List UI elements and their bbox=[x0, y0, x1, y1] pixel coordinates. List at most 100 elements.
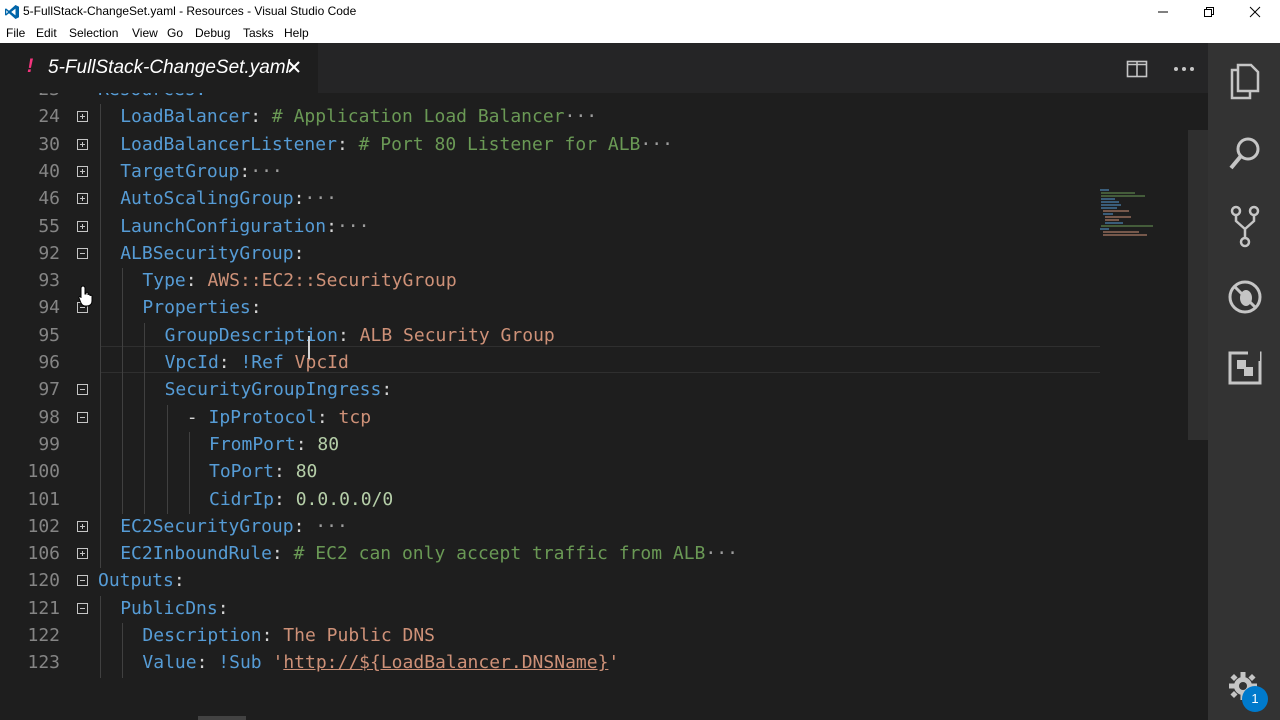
fold-expand-icon[interactable] bbox=[77, 548, 88, 560]
indent-guide bbox=[100, 104, 101, 569]
maximize-icon bbox=[1204, 7, 1214, 17]
menu-selection[interactable]: Selection bbox=[69, 26, 118, 40]
code-text: Outputs: bbox=[98, 570, 185, 591]
line-number: 23 bbox=[0, 93, 60, 100]
fold-expand-icon[interactable] bbox=[77, 138, 88, 150]
code-token: CidrIp bbox=[209, 488, 275, 510]
source-control-icon bbox=[1230, 205, 1260, 248]
horizontal-scrollbar-thumb[interactable] bbox=[198, 716, 246, 720]
code-token: : bbox=[250, 106, 272, 128]
title-bar: 5-FullStack-ChangeSet.yaml - Resources -… bbox=[0, 0, 1280, 23]
code-text: EC2SecurityGroup: ··· bbox=[120, 516, 348, 537]
menu-file[interactable]: File bbox=[6, 26, 25, 40]
code-text: LoadBalancerListener: # Port 80 Listener… bbox=[120, 134, 673, 155]
fold-collapse-icon[interactable] bbox=[77, 602, 88, 614]
search-icon bbox=[1229, 137, 1260, 170]
menu-view[interactable]: View bbox=[132, 26, 158, 40]
settings-button[interactable] bbox=[1208, 658, 1280, 718]
code-token: Value bbox=[142, 652, 197, 674]
fold-expand-icon[interactable] bbox=[77, 520, 88, 532]
more-actions-button[interactable] bbox=[1173, 59, 1195, 79]
menu-help[interactable]: Help bbox=[284, 26, 309, 40]
minimize-icon bbox=[1158, 11, 1168, 13]
code-editor[interactable]: 23 Resources: 24 LoadBalancer: # Applicatio… bbox=[0, 93, 1188, 720]
line-number: 120 bbox=[27, 570, 60, 592]
update-badge[interactable]: 1 bbox=[1242, 686, 1268, 712]
explorer-button[interactable] bbox=[1208, 49, 1280, 109]
line-number: 98 bbox=[38, 406, 60, 428]
fold-collapse-icon[interactable] bbox=[77, 411, 88, 423]
code-token: IpProtocol bbox=[208, 406, 317, 428]
code-token: : bbox=[261, 625, 284, 646]
line-number: 102 bbox=[27, 515, 60, 537]
fold-expand-icon[interactable] bbox=[77, 111, 88, 123]
minimap[interactable] bbox=[1095, 188, 1165, 238]
code-text: CidrIp: 0.0.0.0/0 bbox=[209, 489, 393, 510]
code-token: ··· bbox=[250, 160, 283, 182]
code-token: ··· bbox=[564, 106, 598, 128]
fold-collapse-icon[interactable] bbox=[77, 384, 88, 396]
close-window-button[interactable] bbox=[1232, 0, 1278, 23]
fold-expand-icon[interactable] bbox=[77, 165, 88, 177]
line-number: 92 bbox=[38, 242, 60, 264]
code-token: LoadBalancerListener bbox=[120, 133, 337, 155]
code-token: : bbox=[250, 297, 262, 319]
vscode-logo-icon bbox=[5, 5, 19, 19]
maximize-button[interactable] bbox=[1186, 0, 1232, 23]
vertical-scrollbar[interactable] bbox=[1188, 93, 1208, 720]
code-token: : bbox=[337, 324, 360, 346]
extensions-button[interactable] bbox=[1208, 337, 1280, 397]
code-token: 0.0.0.0/0 bbox=[295, 488, 394, 510]
code-token: ' bbox=[261, 652, 284, 674]
code-token: AWS::EC2::SecurityGroup bbox=[207, 270, 457, 292]
fold-expand-icon[interactable] bbox=[77, 193, 88, 205]
line-number: 122 bbox=[27, 625, 60, 646]
line-number: 101 bbox=[27, 488, 60, 510]
more-actions-icon bbox=[1174, 67, 1194, 71]
code-token: : bbox=[271, 543, 294, 565]
code-token: Resources: bbox=[98, 93, 206, 100]
explorer-icon bbox=[1230, 63, 1260, 100]
tab-close-icon[interactable] bbox=[287, 60, 301, 74]
menu-tasks[interactable]: Tasks bbox=[243, 26, 274, 40]
code-text: VpcId: !Ref VpcId bbox=[165, 352, 349, 373]
code-token: : bbox=[293, 188, 305, 210]
fold-collapse-icon[interactable] bbox=[77, 247, 88, 259]
code-token: : bbox=[239, 160, 251, 182]
split-editor-button[interactable] bbox=[1126, 59, 1148, 79]
code-token: : bbox=[336, 133, 359, 155]
code-token[interactable]: http://${LoadBalancer.DNSName} bbox=[283, 652, 608, 673]
search-button[interactable] bbox=[1208, 123, 1280, 183]
minimize-button[interactable] bbox=[1140, 0, 1186, 23]
split-editor-icon bbox=[1126, 60, 1148, 78]
indent-guide bbox=[166, 404, 168, 514]
scrollbar-thumb[interactable] bbox=[1188, 130, 1208, 440]
code-token: EC2SecurityGroup bbox=[120, 515, 294, 537]
code-token: # Application Load Balancer bbox=[271, 106, 565, 128]
code-token: ··· bbox=[315, 515, 348, 537]
code-text: FromPort: 80 bbox=[209, 434, 339, 455]
fold-collapse-icon[interactable] bbox=[77, 575, 88, 587]
code-token: The Public DNS bbox=[283, 625, 436, 646]
line-number: 24 bbox=[38, 106, 60, 128]
code-line: 93 Type: AWS::EC2::SecurityGroup bbox=[0, 268, 1188, 295]
menu-debug[interactable]: Debug bbox=[195, 26, 230, 40]
code-line: 24 LoadBalancer: # Application Load Balan… bbox=[0, 104, 1188, 131]
line-number: 46 bbox=[38, 188, 60, 210]
menu-edit[interactable]: Edit bbox=[36, 26, 57, 40]
code-token: !Ref bbox=[240, 352, 284, 373]
line-number: 93 bbox=[38, 270, 60, 292]
debug-button[interactable] bbox=[1208, 265, 1280, 325]
code-line: 55 LaunchConfiguration:··· bbox=[0, 214, 1188, 241]
source-control-button[interactable] bbox=[1208, 193, 1280, 253]
mouse-pointer-icon bbox=[78, 285, 93, 307]
editor-tab[interactable]: ! 5-FullStack-ChangeSet.yaml bbox=[0, 43, 318, 93]
line-number: 97 bbox=[38, 379, 60, 401]
line-number: 96 bbox=[38, 352, 60, 373]
code-text: EC2InboundRule: # EC2 can only accept tr… bbox=[120, 543, 738, 564]
code-token: ' bbox=[608, 652, 620, 674]
code-token: # Port 80 Listener for ALB bbox=[358, 133, 641, 155]
menu-go[interactable]: Go bbox=[167, 26, 183, 40]
fold-expand-icon[interactable] bbox=[77, 220, 88, 232]
code-token: : bbox=[381, 379, 393, 401]
